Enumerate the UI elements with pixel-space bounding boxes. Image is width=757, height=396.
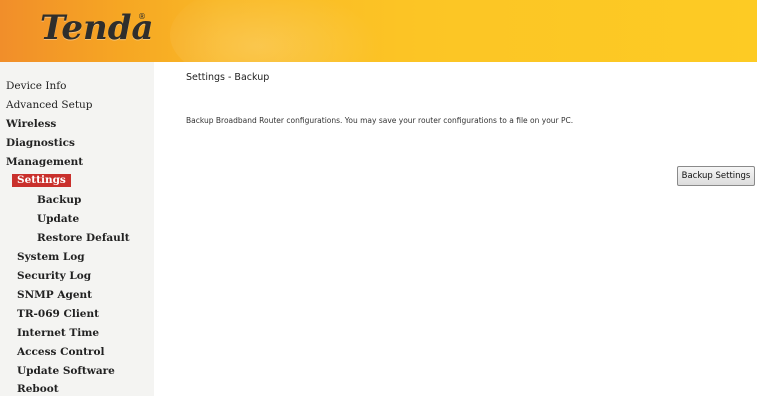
sidebar-item-update-software[interactable]: Update Software (17, 364, 115, 378)
page-title: Settings - Backup (186, 72, 270, 83)
backup-settings-button[interactable]: Backup Settings (677, 166, 755, 186)
banner-decoration (170, 0, 390, 62)
sidebar-item-system-log[interactable]: System Log (17, 250, 85, 264)
sidebar-item-device-info[interactable]: Device Info (6, 79, 66, 93)
tenda-logo: Tenda (40, 8, 154, 48)
sidebar-item-reboot[interactable]: Reboot (17, 382, 59, 396)
sidebar-item-tr069-client[interactable]: TR-069 Client (17, 307, 99, 321)
registered-mark: ® (138, 12, 146, 21)
sidebar-item-advanced-setup[interactable]: Advanced Setup (6, 98, 93, 112)
sidebar-item-settings[interactable]: Settings (12, 174, 71, 187)
sidebar-item-diagnostics[interactable]: Diagnostics (6, 136, 75, 150)
page-description: Backup Broadband Router configurations. … (186, 116, 574, 125)
sidebar-item-restore-default[interactable]: Restore Default (37, 231, 130, 245)
sidebar-item-security-log[interactable]: Security Log (17, 269, 91, 283)
sidebar-item-management[interactable]: Management (6, 155, 83, 169)
sidebar-item-snmp-agent[interactable]: SNMP Agent (17, 288, 92, 302)
sidebar-item-internet-time[interactable]: Internet Time (17, 326, 99, 340)
sidebar-item-update[interactable]: Update (37, 212, 79, 226)
sidebar-item-wireless[interactable]: Wireless (6, 117, 56, 131)
header-banner: Tenda ® (0, 0, 757, 62)
sidebar-item-access-control[interactable]: Access Control (17, 345, 104, 359)
sidebar-item-backup[interactable]: Backup (37, 193, 81, 207)
